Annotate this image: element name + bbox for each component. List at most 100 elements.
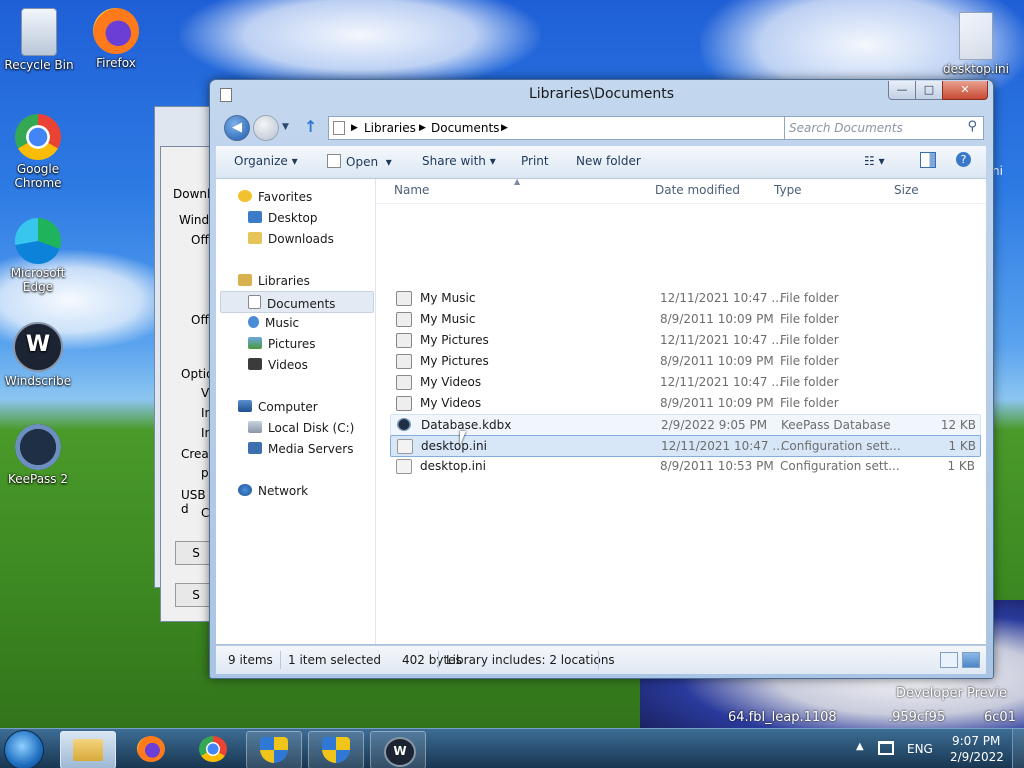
desktop-icon-label: Microsoft Edge: [10, 266, 66, 294]
nav-favorites[interactable]: Favorites: [238, 190, 312, 204]
documents-icon: [248, 295, 261, 309]
title-bar[interactable]: Libraries\Documents — □ ✕: [210, 80, 993, 108]
file-name: My Pictures: [420, 333, 489, 347]
nav-documents[interactable]: Documents: [248, 295, 335, 311]
explorer-window[interactable]: Libraries\Documents — □ ✕ ◀ ▼ ↑ ▶ Librar…: [209, 79, 994, 679]
clock-date[interactable]: 2/9/2022: [950, 750, 1004, 764]
breadcrumb-separator-icon: ▶: [419, 123, 426, 133]
file-row-selected[interactable]: desktop.ini 12/11/2021 10:47 ... Configu…: [390, 435, 981, 457]
recycle-bin-icon: [21, 8, 57, 56]
nav-libraries[interactable]: Libraries: [238, 274, 310, 288]
firefox-icon: [93, 8, 139, 54]
details-view-icon[interactable]: [940, 652, 958, 668]
taskbar-firefox-button[interactable]: [124, 731, 178, 767]
column-header-type[interactable]: Type: [774, 183, 802, 197]
file-row[interactable]: My Pictures 12/11/2021 10:47 ... File fo…: [390, 330, 979, 350]
taskbar-chrome-button[interactable]: [186, 731, 240, 767]
desktop-icon-firefox[interactable]: Firefox: [78, 8, 154, 70]
file-type: Configuration sett...: [781, 439, 901, 453]
file-date: 8/9/2011 10:53 PM: [660, 459, 774, 473]
desktop-icon-windscribe[interactable]: W Windscribe: [0, 322, 76, 388]
column-header-name[interactable]: Name: [394, 183, 429, 197]
up-arrow-icon[interactable]: ↑: [304, 117, 317, 136]
taskbar-security-shield-button-2[interactable]: [308, 731, 364, 768]
network-tray-icon[interactable]: [878, 741, 894, 755]
desktop-icon-label: Recycle Bin: [4, 58, 74, 72]
breadcrumb-documents[interactable]: Documents: [431, 121, 499, 135]
desktop-icon-recycle-bin[interactable]: Recycle Bin: [1, 8, 77, 72]
share-with-button[interactable]: Share with ▾: [422, 154, 496, 168]
file-row[interactable]: My Videos 12/11/2021 10:47 ... File fold…: [390, 372, 979, 392]
wallpaper-build-text: Developer Previe: [896, 686, 1007, 701]
breadcrumb-libraries[interactable]: Libraries: [364, 121, 416, 135]
minimize-button[interactable]: —: [888, 81, 916, 100]
search-input[interactable]: Search Documents: [789, 121, 903, 135]
column-header-date[interactable]: Date modified: [655, 183, 740, 197]
nav-music[interactable]: Music: [248, 316, 299, 330]
change-view-icon[interactable]: ☷ ▾: [864, 154, 885, 168]
breadcrumb-separator-icon: ▶: [351, 123, 358, 133]
nav-network[interactable]: Network: [238, 484, 308, 498]
nav-pictures[interactable]: Pictures: [248, 337, 316, 351]
folder-shortcut-icon: [396, 396, 412, 411]
nav-media-servers[interactable]: Media Servers: [248, 442, 353, 456]
file-name: My Videos: [420, 396, 482, 410]
taskbar-explorer-button[interactable]: [60, 731, 116, 768]
open-button[interactable]: Open ▾: [327, 154, 392, 169]
clock-time[interactable]: 9:07 PM: [952, 734, 1000, 748]
local-disk-icon: [248, 421, 262, 433]
desktop-icon-label: desktop.ini: [943, 62, 1009, 76]
desktop-icon-chrome[interactable]: Google Chrome: [0, 114, 76, 190]
nav-label: Network: [258, 484, 309, 498]
show-desktop-button[interactable]: [1012, 729, 1024, 768]
maximize-button[interactable]: □: [915, 81, 943, 100]
help-icon[interactable]: ?: [956, 152, 971, 167]
file-type: KeePass Database: [781, 418, 891, 432]
print-button[interactable]: Print: [521, 154, 549, 168]
forward-arrow-icon[interactable]: [253, 115, 279, 141]
language-indicator[interactable]: ENG: [907, 742, 933, 756]
file-name: My Music: [420, 312, 476, 326]
back-arrow-icon[interactable]: ◀: [224, 115, 250, 141]
file-row[interactable]: My Pictures 8/9/2011 10:09 PM File folde…: [390, 351, 979, 371]
taskbar-windscribe-button[interactable]: W: [370, 731, 426, 768]
videos-icon: [248, 358, 262, 370]
window-title: Libraries\Documents: [528, 86, 674, 102]
ini-file-icon: [397, 439, 413, 454]
organize-button[interactable]: Organize ▾: [234, 154, 298, 168]
file-size: 12 KB: [940, 418, 976, 432]
nav-downloads[interactable]: Downloads: [248, 232, 334, 246]
close-button[interactable]: ✕: [942, 81, 988, 100]
nav-videos[interactable]: Videos: [248, 358, 308, 372]
show-hidden-icons-icon[interactable]: ▲: [856, 741, 864, 752]
folder-shortcut-icon: [396, 312, 412, 327]
status-selected: 1 item selected: [288, 653, 382, 667]
file-type: File folder: [780, 291, 839, 305]
file-row[interactable]: My Music 8/9/2011 10:09 PM File folder: [390, 309, 979, 329]
chrome-icon: [199, 736, 227, 762]
recent-pages-chevron-icon[interactable]: ▼: [282, 122, 289, 132]
nav-desktop[interactable]: Desktop: [248, 211, 318, 225]
new-folder-button[interactable]: New folder: [576, 154, 641, 168]
column-header-row: Name ▲ Date modified Type Size: [376, 177, 986, 204]
desktop-icon-keepass[interactable]: KeePass 2: [0, 424, 76, 486]
taskbar-security-shield-button[interactable]: [246, 731, 302, 768]
column-header-size[interactable]: Size: [894, 183, 919, 197]
file-row[interactable]: My Videos 8/9/2011 10:09 PM File folder: [390, 393, 979, 413]
content-area: Favorites Desktop Downloads Libraries Do…: [216, 177, 986, 644]
preview-pane-icon[interactable]: [920, 152, 936, 168]
file-row[interactable]: My Music 12/11/2021 10:47 ... File folde…: [390, 288, 979, 308]
keepass-file-icon: [397, 418, 411, 431]
nav-local-disk[interactable]: Local Disk (C:): [248, 421, 354, 435]
start-button-icon[interactable]: [4, 730, 44, 768]
desktop-icon-desktop-ini[interactable]: desktop.ini: [938, 12, 1014, 76]
search-box[interactable]: Search Documents ⚲: [784, 116, 984, 140]
file-row-hovered[interactable]: Database.kdbx 2/9/2022 9:05 PM KeePass D…: [390, 414, 981, 436]
file-date: 12/11/2021 10:47 ...: [660, 375, 783, 389]
large-icons-view-icon[interactable]: [962, 652, 980, 668]
navigation-pane: Favorites Desktop Downloads Libraries Do…: [216, 179, 376, 644]
desktop-icon-edge[interactable]: Microsoft Edge: [0, 218, 76, 294]
nav-label: Downloads: [268, 232, 334, 246]
nav-computer[interactable]: Computer: [238, 400, 318, 414]
file-row[interactable]: desktop.ini 8/9/2011 10:53 PM Configurat…: [390, 456, 979, 476]
